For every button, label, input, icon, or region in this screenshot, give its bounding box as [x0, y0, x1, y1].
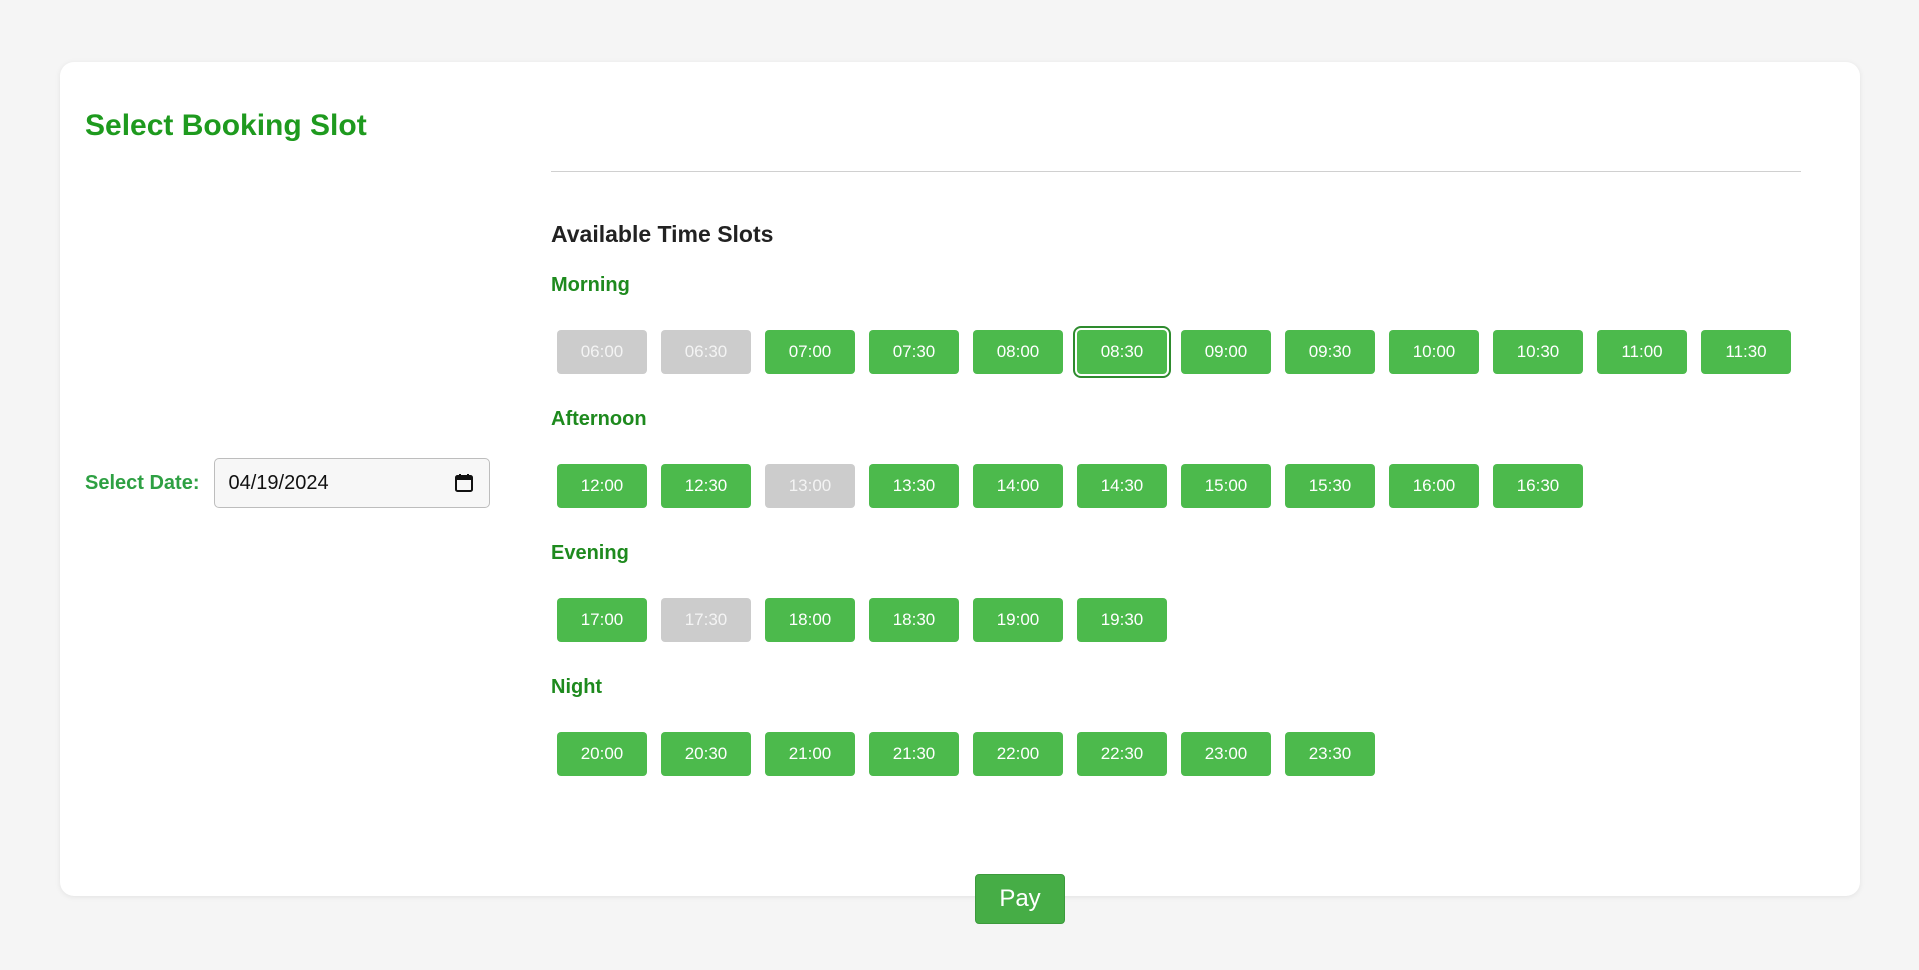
time-slot-button[interactable]: 21:30	[869, 732, 959, 776]
time-slot-button[interactable]: 21:00	[765, 732, 855, 776]
time-slot-button[interactable]: 15:00	[1181, 464, 1271, 508]
slot-row-evening: 17:00 17:30 18:00 18:30 19:00 19:30	[557, 598, 1181, 642]
time-slot-button[interactable]: 08:30	[1077, 330, 1167, 374]
time-slot-button[interactable]: 12:00	[557, 464, 647, 508]
booking-card: Select Booking Slot Select Date: 04/19/2…	[60, 62, 1860, 924]
time-slot-button[interactable]: 16:30	[1493, 464, 1583, 508]
time-slot-button[interactable]: 16:00	[1389, 464, 1479, 508]
time-slot-button[interactable]: 23:00	[1181, 732, 1271, 776]
pay-button[interactable]: Pay	[975, 874, 1065, 924]
time-slot-button[interactable]: 22:30	[1077, 732, 1167, 776]
time-slot-button[interactable]: 09:00	[1181, 330, 1271, 374]
group-title-afternoon: Afternoon	[551, 408, 647, 430]
time-slot-button[interactable]: 19:30	[1077, 598, 1167, 642]
time-slot-button[interactable]: 17:00	[557, 598, 647, 642]
time-slot-button[interactable]: 23:30	[1285, 732, 1375, 776]
time-slot-button[interactable]: 07:30	[869, 330, 959, 374]
time-slot-button[interactable]: 19:00	[973, 598, 1063, 642]
time-slot-button[interactable]: 18:00	[765, 598, 855, 642]
time-slot-button[interactable]: 14:00	[973, 464, 1063, 508]
group-title-night: Night	[551, 676, 603, 698]
time-slot-button[interactable]: 07:00	[765, 330, 855, 374]
time-slot-button[interactable]: 10:00	[1389, 330, 1479, 374]
time-slot-button[interactable]: 22:00	[973, 732, 1063, 776]
divider	[551, 171, 1801, 172]
page-title: Select Booking Slot	[85, 109, 367, 142]
time-slot-button[interactable]: 13:30	[869, 464, 959, 508]
time-slot-button[interactable]: 18:30	[869, 598, 959, 642]
time-slots-heading: Available Time Slots	[551, 221, 774, 247]
time-slot-button[interactable]: 14:30	[1077, 464, 1167, 508]
calendar-icon[interactable]	[453, 472, 475, 494]
date-input[interactable]: 04/19/2024	[213, 458, 490, 508]
slot-row-morning: 06:00 06:30 07:00 07:30 08:00 08:30 09:00 09:30…	[557, 330, 1805, 374]
group-title-evening: Evening	[551, 542, 629, 564]
date-label: Select Date:	[85, 471, 200, 494]
time-slot-button[interactable]: 09:30	[1285, 330, 1375, 374]
time-slot-button[interactable]: 20:00	[557, 732, 647, 776]
time-slot-button[interactable]: 10:30	[1493, 330, 1583, 374]
time-slot-button: 17:30	[661, 598, 751, 642]
group-title-morning: Morning	[551, 274, 630, 296]
time-slot-button: 06:00	[557, 330, 647, 374]
time-slot-button[interactable]: 08:00	[973, 330, 1063, 374]
time-slot-button[interactable]: 11:00	[1597, 330, 1687, 374]
time-slot-button[interactable]: 20:30	[661, 732, 751, 776]
time-slot-button: 13:00	[765, 464, 855, 508]
time-slot-button[interactable]: 12:30	[661, 464, 751, 508]
time-slot-button[interactable]: 11:30	[1701, 330, 1791, 374]
slot-row-night: 20:00 20:30 21:00 21:30 22:00 22:30 23:00 23:30	[557, 732, 1389, 776]
slot-row-afternoon: 12:00 12:30 13:00 13:30 14:00 14:30 15:00 15:30…	[557, 464, 1597, 508]
time-slot-button[interactable]: 15:30	[1285, 464, 1375, 508]
time-slot-button: 06:30	[661, 330, 751, 374]
date-selector: Select Date: 04/19/2024	[85, 457, 490, 509]
date-value: 04/19/2024	[228, 471, 329, 494]
